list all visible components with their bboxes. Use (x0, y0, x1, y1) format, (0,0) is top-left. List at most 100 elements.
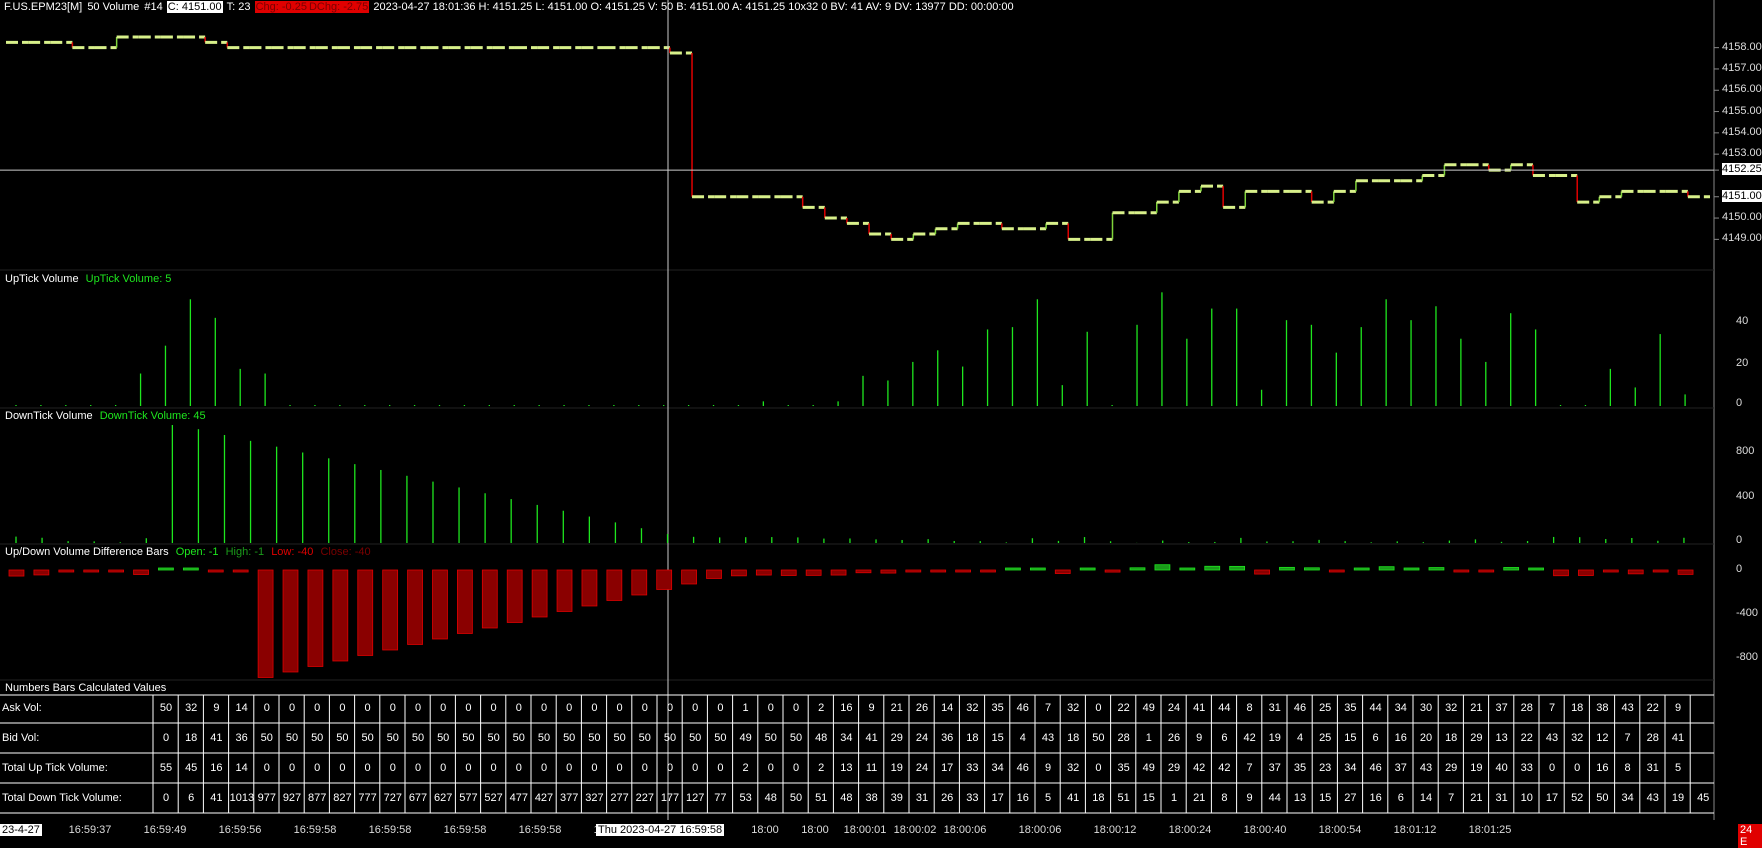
diff-bar (257, 569, 274, 678)
table-cell: 34 (991, 762, 1004, 774)
table-cell: 28 (1646, 732, 1659, 744)
time-axis-label: 18:00:01 (843, 824, 887, 836)
table-cell: 31 (1495, 792, 1508, 804)
table-cell: 44 (1369, 702, 1382, 714)
diff-bar (606, 569, 623, 601)
table-cell: 0 (1095, 762, 1102, 774)
table-cell: 24 (1167, 702, 1181, 714)
table-cell: 50 (361, 732, 374, 744)
diff-bar (506, 569, 523, 623)
table-cell: 33 (966, 762, 979, 774)
table-cell: 5 (1674, 762, 1682, 774)
table-cell: 0 (314, 702, 321, 714)
table-cell: 0 (490, 702, 497, 714)
right-tag: 24 E (1738, 824, 1762, 848)
table-cell: 0 (465, 702, 472, 714)
diff-close-label: Close: -40 (320, 546, 371, 558)
diff-bar (232, 569, 249, 573)
table-cell: 34 (1344, 762, 1357, 774)
daily-change-value: DChg: -2.75 (307, 1, 370, 13)
time-axis-label: 16:59:37 (68, 824, 112, 836)
table-cell: 1013 (229, 792, 255, 804)
diff-bar (1403, 567, 1420, 571)
table-cell: 2 (742, 762, 749, 774)
symbol-label: F.US.EPM23[M] (4, 1, 83, 13)
table-cell: 29 (1167, 762, 1181, 774)
table-cell: 15 (1344, 732, 1357, 744)
table-cell: 0 (389, 702, 396, 714)
diff-low-label: Low: -40 (271, 546, 314, 558)
table-cell: 43 (1545, 732, 1559, 744)
table-cell: 7 (1548, 702, 1556, 714)
table-cell: 19 (1470, 762, 1483, 774)
table-cell: 28 (1520, 702, 1533, 714)
table-cell: 0 (692, 702, 699, 714)
table-row-label: Total Up Tick Volume: (2, 762, 108, 774)
table-cell: 18 (1092, 792, 1105, 804)
table-cell: 14 (1419, 792, 1433, 804)
table-cell: 46 (1293, 702, 1307, 714)
table-cell: 46 (1369, 762, 1382, 774)
table-cell: 31 (1268, 702, 1281, 714)
diff-bar (1279, 566, 1295, 571)
table-cell: 50 (437, 732, 450, 744)
price-axis-label: 4157.00 (1722, 61, 1762, 74)
time-axis-label: 18:01:12 (1393, 824, 1437, 836)
table-cell: 0 (314, 762, 321, 774)
diff-bar (631, 569, 648, 596)
table-cell: 0 (515, 762, 522, 774)
diff-bar (1179, 567, 1196, 571)
table-cell: 50 (563, 732, 576, 744)
table-cell: 43 (1621, 702, 1634, 714)
diff-bar (182, 567, 199, 571)
diff-bar (1453, 569, 1470, 573)
table-cell: 0 (767, 702, 774, 714)
diff-bar (681, 569, 697, 585)
table-cell: 51 (815, 792, 828, 804)
table-cell: 8 (1624, 762, 1631, 774)
diff-bar (1503, 567, 1520, 571)
time-axis-label: 18:01:25 (1468, 824, 1512, 836)
table-cell: 0 (1095, 702, 1102, 714)
diff-bar (1079, 567, 1096, 571)
table-cell: 29 (1445, 762, 1458, 774)
table-cell: 18 (185, 732, 198, 744)
table-cell: 527 (484, 792, 503, 804)
table-cell: 46 (1016, 762, 1029, 774)
table-cell: 1 (742, 702, 749, 714)
time-axis-label: 18:00 (751, 824, 779, 836)
table-cell: 0 (339, 762, 346, 774)
price-axis-label: 4158.00 (1722, 40, 1762, 53)
table-cell: 50 (663, 732, 677, 744)
diff-bar (83, 569, 100, 573)
diff-bar (581, 569, 598, 607)
table-cell: 627 (434, 792, 453, 804)
chart-number: #14 (144, 1, 163, 13)
table-cell: 26 (1167, 732, 1181, 744)
table-cell: 41 (1671, 732, 1685, 744)
table-cell: 0 (616, 762, 623, 774)
table-cell: 0 (440, 702, 447, 714)
table-cell: 11 (865, 762, 878, 774)
diff-bar (1204, 565, 1221, 571)
diff-bar (1104, 569, 1121, 573)
table-cell: 41 (1193, 702, 1206, 714)
table-cell: 34 (1394, 702, 1407, 714)
time-axis-label: 16:59:49 (143, 824, 187, 836)
table-cell: 9 (1246, 792, 1253, 804)
table-cell: 0 (767, 762, 774, 774)
diff-bar (207, 569, 224, 573)
table-cell: 14 (235, 702, 248, 714)
table-cell: 34 (1621, 792, 1634, 804)
table-cell: 277 (610, 792, 629, 804)
table-cell: 477 (509, 792, 528, 804)
table-cell: 8 (1246, 702, 1253, 714)
diff-bar (108, 569, 124, 573)
table-cell: 0 (666, 702, 674, 714)
table-row-label: Total Down Tick Volume: (2, 792, 122, 804)
diff-open-label: Open: -1 (175, 546, 219, 558)
table-cell: 35 (1117, 762, 1130, 774)
table-cell: 7 (1448, 792, 1455, 804)
diff-bar (307, 569, 324, 667)
time-axis-label: 18:00 (801, 824, 829, 836)
